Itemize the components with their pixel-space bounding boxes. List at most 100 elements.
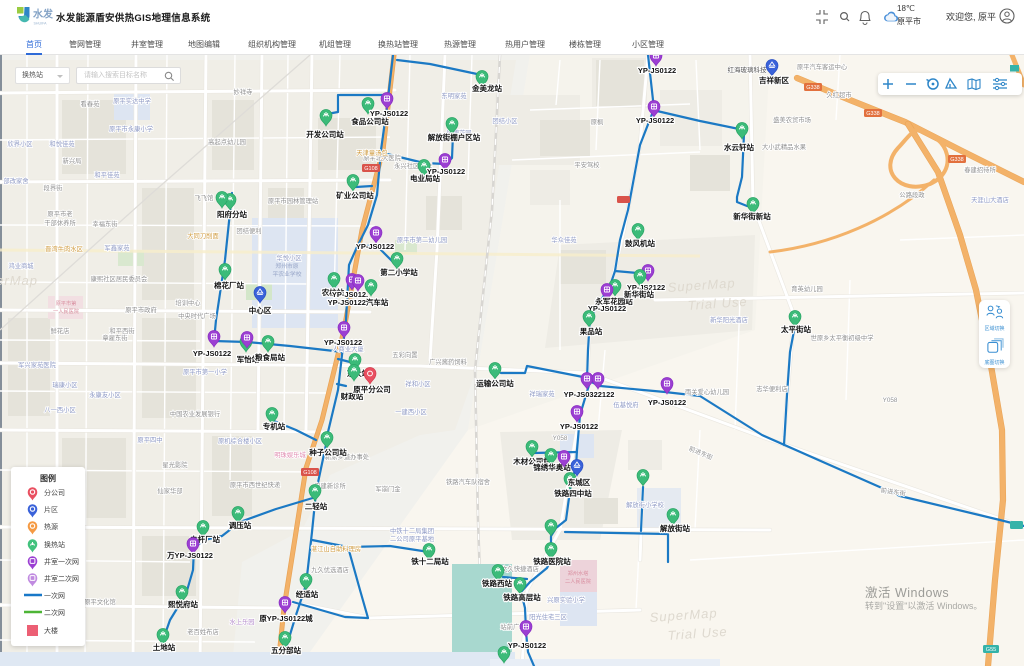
svg-text:老百姓布店: 老百姓布店 bbox=[187, 627, 218, 636]
svg-text:湛江山自助料理房: 湛江山自助料理房 bbox=[311, 544, 361, 553]
svg-text:祥和小区: 祥和小区 bbox=[405, 379, 430, 388]
svg-text:飞飞馆: 飞飞馆 bbox=[195, 193, 214, 202]
svg-text:幸福东街: 幸福东街 bbox=[92, 219, 118, 228]
svg-text:原平实达中学: 原平实达中学 bbox=[113, 96, 151, 105]
svg-text:G108: G108 bbox=[303, 470, 316, 476]
svg-text:Y058: Y058 bbox=[883, 397, 898, 404]
svg-text:东城区: 东城区 bbox=[568, 477, 591, 487]
svg-text:九久优选酒店: 九久优选酒店 bbox=[311, 565, 349, 574]
svg-text:原YP-JS0122城: 原YP-JS0122城 bbox=[259, 613, 313, 623]
svg-text:原平市西世纪快递: 原平市西世纪快递 bbox=[230, 480, 281, 489]
svg-text:鲜花店: 鲜花店 bbox=[51, 326, 70, 335]
svg-text:新华街站: 新华街站 bbox=[624, 289, 654, 299]
svg-text:明珠娱乐城: 明珠娱乐城 bbox=[274, 450, 306, 459]
svg-text:团结便利: 团结便利 bbox=[236, 226, 261, 235]
svg-text:郑州水塔: 郑州水塔 bbox=[568, 569, 590, 577]
svg-text:铁路医院站: 铁路医院站 bbox=[533, 556, 571, 566]
svg-text:原平市第: 原平市第 bbox=[56, 299, 77, 307]
svg-text:原平四中: 原平四中 bbox=[137, 435, 162, 444]
svg-text:红海玻璃科技: 红海玻璃科技 bbox=[728, 65, 768, 74]
svg-text:G108: G108 bbox=[364, 166, 377, 172]
svg-text:康熙社区居民委员会: 康熙社区居民委员会 bbox=[91, 274, 148, 283]
svg-text:久红超市: 久红超市 bbox=[826, 90, 851, 99]
svg-text:伍基悦府: 伍基悦府 bbox=[613, 400, 638, 409]
svg-text:志华便利店: 志华便利店 bbox=[756, 384, 787, 393]
svg-text:永康友小区: 永康友小区 bbox=[89, 390, 120, 399]
svg-text:熙悦府站: 熙悦府站 bbox=[168, 599, 198, 609]
svg-text:原平汽车客运中心: 原平汽车客运中心 bbox=[797, 62, 848, 71]
svg-text:阳光住宅三区: 阳光住宅三区 bbox=[529, 612, 567, 621]
svg-text:新兴局: 新兴局 bbox=[63, 156, 82, 165]
svg-text:YP-JS0122: YP-JS0122 bbox=[638, 66, 676, 75]
svg-text:和悦佳苑: 和悦佳苑 bbox=[49, 139, 75, 148]
svg-text:解放街站: 解放街站 bbox=[660, 523, 690, 533]
svg-text:雨关爱心幼儿园: 雨关爱心幼儿园 bbox=[685, 387, 729, 396]
svg-text:铁路四中站: 铁路四中站 bbox=[554, 488, 592, 498]
svg-text:仙家华部: 仙家华部 bbox=[157, 486, 182, 495]
svg-text:太平街站: 太平街站 bbox=[781, 324, 811, 334]
svg-text:YP-JS0122: YP-JS0122 bbox=[193, 349, 231, 358]
svg-text:大小武精品水果: 大小武精品水果 bbox=[762, 142, 807, 151]
svg-text:新华街新站: 新华街新站 bbox=[733, 211, 771, 221]
svg-text:原枫: 原枫 bbox=[591, 117, 604, 126]
svg-text:原平市永康小学: 原平市永康小学 bbox=[109, 124, 153, 133]
svg-text:SHUIFA: SHUIFA bbox=[34, 22, 48, 26]
svg-text:G55: G55 bbox=[986, 647, 996, 653]
svg-text:育英幼儿园: 育英幼儿园 bbox=[791, 284, 822, 293]
svg-text:YP-JS0122: YP-JS0122 bbox=[324, 338, 362, 347]
svg-text:YP-JS0122: YP-JS0122 bbox=[648, 398, 686, 407]
svg-text:盛美农贸市场: 盛美农贸市场 bbox=[773, 115, 811, 124]
svg-text:水云轩站: 水云轩站 bbox=[724, 142, 754, 152]
svg-text:YP-JS0122: YP-JS0122 bbox=[508, 641, 546, 650]
svg-text:YP-JS0122: YP-JS0122 bbox=[427, 167, 465, 176]
svg-text:铁路高层站: 铁路高层站 bbox=[503, 592, 541, 602]
svg-text:解放街棚户区站: 解放街棚户区站 bbox=[428, 132, 481, 142]
svg-text:G338: G338 bbox=[950, 157, 963, 163]
svg-text:兴原实验小学: 兴原实验小学 bbox=[547, 595, 585, 604]
svg-text:G338: G338 bbox=[866, 111, 879, 117]
svg-text:军崩门金: 军崩门金 bbox=[375, 484, 401, 493]
svg-text:欣界小区: 欣界小区 bbox=[7, 139, 32, 148]
svg-text:铁路汽车队宿舍: 铁路汽车队宿舍 bbox=[446, 477, 491, 486]
svg-text:矿业公司站: 矿业公司站 bbox=[336, 190, 374, 200]
svg-text:华悦小区: 华悦小区 bbox=[276, 253, 301, 262]
svg-text:Y058: Y058 bbox=[553, 435, 568, 442]
svg-text:原平市老: 原平市老 bbox=[47, 209, 72, 218]
svg-text:大同刀削面: 大同刀削面 bbox=[187, 231, 218, 240]
svg-text:YP-JS0122汽车站: YP-JS0122汽车站 bbox=[328, 297, 389, 307]
svg-text:广兴酱药饲料: 广兴酱药饲料 bbox=[429, 357, 467, 366]
svg-text:水上乐园: 水上乐园 bbox=[229, 617, 254, 626]
svg-text:世原乡太平衡初级中学: 世原乡太平衡初级中学 bbox=[811, 333, 874, 342]
svg-text:运输公司站: 运输公司站 bbox=[476, 378, 514, 388]
svg-text:原机综合楼小区: 原机综合楼小区 bbox=[218, 436, 262, 445]
svg-text:星光影院: 星光影院 bbox=[162, 460, 188, 469]
svg-text:专机站: 专机站 bbox=[263, 421, 286, 431]
svg-text:第二小学站: 第二小学站 bbox=[380, 267, 418, 277]
svg-text:原平市政府: 原平市政府 bbox=[125, 305, 156, 314]
svg-text:团结小区: 团结小区 bbox=[492, 116, 517, 125]
svg-text:新华阳光酒店: 新华阳光酒店 bbox=[710, 315, 748, 324]
svg-text:中国农业发展银行: 中国农业发展银行 bbox=[170, 409, 221, 418]
svg-text:吉祥新区: 吉祥新区 bbox=[759, 75, 789, 85]
svg-text:万YP-JS0122: 万YP-JS0122 bbox=[166, 551, 213, 560]
svg-text:东明家苑: 东明家苑 bbox=[441, 91, 467, 100]
svg-text:YP-JS0122: YP-JS0122 bbox=[356, 242, 394, 251]
svg-text:铁路西站: 铁路西站 bbox=[482, 578, 512, 588]
svg-text:高起点幼儿园: 高起点幼儿园 bbox=[208, 137, 246, 146]
svg-text:解放街小学校: 解放街小学校 bbox=[626, 500, 664, 509]
svg-text:原平市第二幼儿园: 原平市第二幼儿园 bbox=[397, 235, 447, 244]
svg-text:二公司原平基地: 二公司原平基地 bbox=[390, 534, 435, 543]
svg-text:G338: G338 bbox=[806, 85, 819, 91]
svg-text:八一西小区: 八一西小区 bbox=[44, 405, 75, 414]
svg-text:开发公司站: 开发公司站 bbox=[306, 129, 344, 139]
svg-text:天涯山大酒店: 天涯山大酒店 bbox=[971, 195, 1009, 204]
svg-text:YP-JS0122: YP-JS0122 bbox=[636, 116, 674, 125]
svg-text:经适站: 经适站 bbox=[296, 589, 319, 599]
svg-text:一建西小区: 一建西小区 bbox=[395, 407, 426, 416]
svg-text:五彩向置: 五彩向置 bbox=[392, 350, 417, 359]
svg-text:晋湾牛肉水区: 晋湾牛肉水区 bbox=[45, 244, 83, 253]
svg-text:鸿业商城: 鸿业商城 bbox=[8, 261, 34, 270]
svg-text:YP-JS0122: YP-JS0122 bbox=[588, 304, 626, 313]
svg-text:金美龙站: 金美龙站 bbox=[471, 83, 502, 93]
svg-text:和平西街: 和平西街 bbox=[109, 326, 135, 335]
